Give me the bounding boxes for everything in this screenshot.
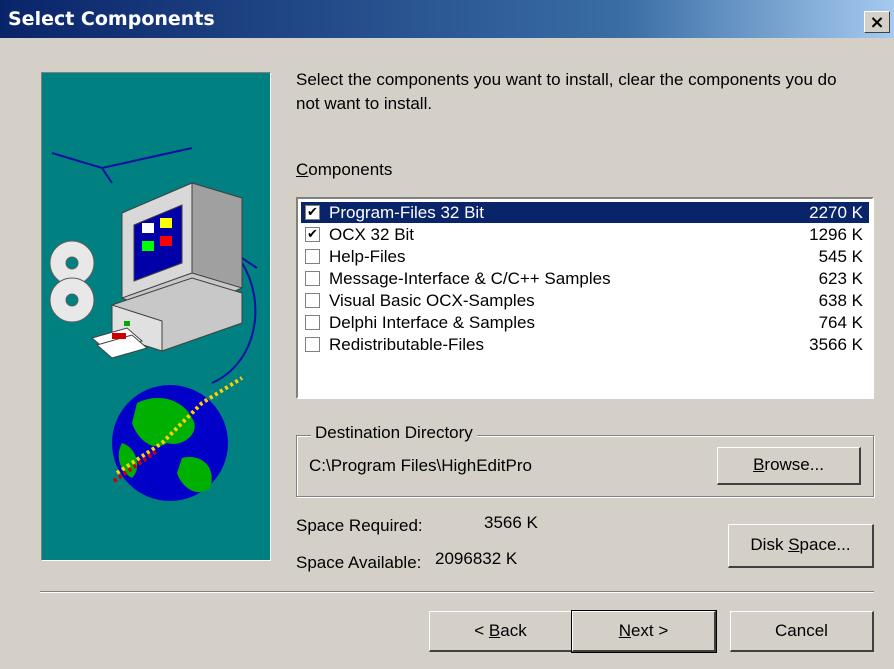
components-label: Components (296, 160, 393, 179)
list-item[interactable]: Message-Interface & C/C++ Samples 623 K (301, 268, 869, 289)
setup-illustration (41, 72, 271, 561)
setup-dialog: Select Components × Select the component… (0, 0, 894, 669)
component-size: 545 K (818, 247, 863, 266)
component-label: Delphi Interface & Samples (329, 313, 535, 332)
destination-path: C:\Program Files\HighEditPro (309, 456, 532, 475)
cancel-button[interactable]: Cancel (730, 611, 874, 652)
destination-legend: Destination Directory (311, 423, 477, 443)
list-item[interactable]: Visual Basic OCX-Samples 638 K (301, 290, 869, 311)
checkbox[interactable]: ✔ (305, 205, 320, 220)
list-item[interactable]: ✔ Program-Files 32 Bit 2270 K (301, 202, 869, 223)
component-label: Program-Files 32 Bit (329, 203, 484, 222)
back-button[interactable]: < Back (429, 611, 573, 652)
checkbox[interactable]: ✔ (305, 227, 320, 242)
list-item[interactable]: Help-Files 545 K (301, 246, 869, 267)
component-label: OCX 32 Bit (329, 225, 415, 244)
space-required-value: 3566 K (484, 513, 538, 532)
component-size: 1296 K (809, 225, 863, 244)
instructions-text: Select the components you want to instal… (296, 70, 837, 113)
components-list[interactable]: ✔ Program-Files 32 Bit 2270 K ✔ OCX 32 B… (296, 197, 874, 399)
computer-globe-illustration (49, 147, 258, 501)
space-available-label: Space Available: (296, 553, 422, 572)
browse-button[interactable]: Browse... (717, 447, 861, 485)
list-item[interactable]: Redistributable-Files 3566 K (301, 334, 869, 355)
disk-space-button[interactable]: Disk Space... (728, 524, 874, 568)
checkbox[interactable] (305, 315, 320, 330)
component-size: 623 K (818, 269, 863, 288)
close-icon: × (869, 12, 885, 33)
checkbox[interactable] (305, 293, 320, 308)
checkbox[interactable] (305, 271, 320, 286)
component-label: Visual Basic OCX-Samples (329, 291, 535, 310)
title-bar[interactable]: Select Components × (0, 0, 894, 38)
list-item[interactable]: Delphi Interface & Samples 764 K (301, 312, 869, 333)
component-label: Redistributable-Files (329, 335, 484, 354)
component-label: Message-Interface & C/C++ Samples (329, 269, 611, 288)
component-label: Help-Files (329, 247, 406, 266)
space-available-value: 2096832 K (435, 549, 518, 568)
list-item[interactable]: ✔ OCX 32 Bit 1296 K (301, 224, 869, 245)
destination-directory-group: Destination Directory C:\Program Files\H… (296, 423, 874, 497)
checkbox[interactable] (305, 249, 320, 264)
separator (40, 591, 874, 593)
space-required-label: Space Required: (296, 516, 423, 535)
close-button[interactable]: × (864, 11, 890, 33)
component-size: 638 K (818, 291, 863, 310)
next-button[interactable]: Next > (571, 610, 717, 653)
component-size: 3566 K (809, 335, 863, 354)
window-title: Select Components (8, 8, 215, 30)
component-size: 764 K (818, 313, 863, 332)
component-size: 2270 K (809, 203, 863, 222)
checkbox[interactable] (305, 337, 320, 352)
